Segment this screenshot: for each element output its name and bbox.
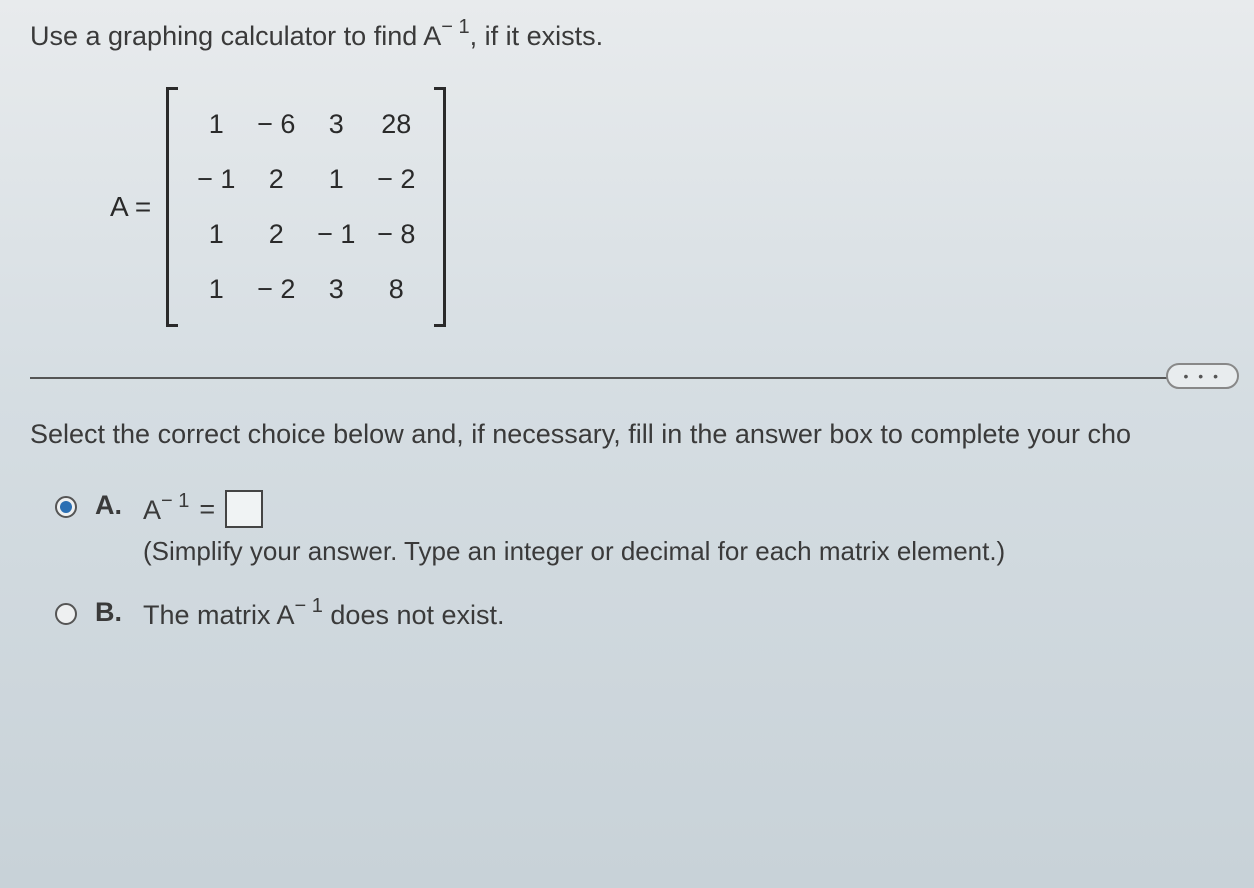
matrix-cell: 3 xyxy=(306,262,366,317)
choice-b-row: B. The matrix A− 1 does not exist. xyxy=(55,597,1224,631)
matrix-display: A = 1 − 6 3 28 − 1 2 1 − 2 1 2 − 1 − 8 1… xyxy=(110,87,1224,327)
matrix-cell: − 2 xyxy=(246,262,306,317)
matrix-cell: − 1 xyxy=(186,152,246,207)
instruction-text: Select the correct choice below and, if … xyxy=(30,419,1224,450)
question-prefix: Use a graphing calculator to find A xyxy=(30,21,441,51)
radio-choice-a[interactable] xyxy=(55,496,77,518)
matrix-cell: 28 xyxy=(366,97,426,152)
choice-a-expression: A− 1 = xyxy=(143,490,1005,528)
more-dots-button[interactable]: • • • xyxy=(1166,363,1239,389)
choice-b-exponent: − 1 xyxy=(295,595,323,617)
choice-a-hint: (Simplify your answer. Type an integer o… xyxy=(143,536,1005,567)
matrix-wrapper: 1 − 6 3 28 − 1 2 1 − 2 1 2 − 1 − 8 1 − 2… xyxy=(166,87,446,327)
answer-input-box[interactable] xyxy=(225,490,263,528)
matrix-cell: − 2 xyxy=(366,152,426,207)
divider-line xyxy=(30,377,1224,379)
choice-b-text-suffix: does not exist. xyxy=(323,600,505,630)
question-exponent: − 1 xyxy=(441,16,469,38)
radio-choice-b[interactable] xyxy=(55,603,77,625)
choice-a-base: A− 1 xyxy=(143,492,189,526)
choice-a-equals: = xyxy=(199,494,215,525)
choice-b-letter: B. xyxy=(95,597,125,628)
matrix-cell: 1 xyxy=(186,97,246,152)
choice-a-content: A− 1 = (Simplify your answer. Type an in… xyxy=(143,490,1005,567)
choice-a-letter: A. xyxy=(95,490,125,521)
matrix-cell: 1 xyxy=(186,262,246,317)
matrix-cell: 1 xyxy=(186,207,246,262)
matrix-cell: 2 xyxy=(246,152,306,207)
matrix-cell: 2 xyxy=(246,207,306,262)
matrix-cell: − 6 xyxy=(246,97,306,152)
matrix-cell: − 1 xyxy=(306,207,366,262)
question-suffix: , if it exists. xyxy=(470,21,604,51)
matrix-label: A = xyxy=(110,191,151,223)
choice-b-text-prefix: The matrix A xyxy=(143,600,295,630)
bracket-left xyxy=(166,87,178,327)
matrix-cell: 3 xyxy=(306,97,366,152)
choice-a-row: A. A− 1 = (Simplify your answer. Type an… xyxy=(55,490,1224,567)
matrix-cell: 1 xyxy=(306,152,366,207)
choice-b-content: The matrix A− 1 does not exist. xyxy=(143,597,505,631)
matrix-grid: 1 − 6 3 28 − 1 2 1 − 2 1 2 − 1 − 8 1 − 2… xyxy=(178,87,434,327)
divider: • • • xyxy=(30,377,1224,379)
matrix-cell: 8 xyxy=(366,262,426,317)
question-prompt: Use a graphing calculator to find A− 1, … xyxy=(30,18,1224,52)
bracket-right xyxy=(434,87,446,327)
matrix-cell: − 8 xyxy=(366,207,426,262)
